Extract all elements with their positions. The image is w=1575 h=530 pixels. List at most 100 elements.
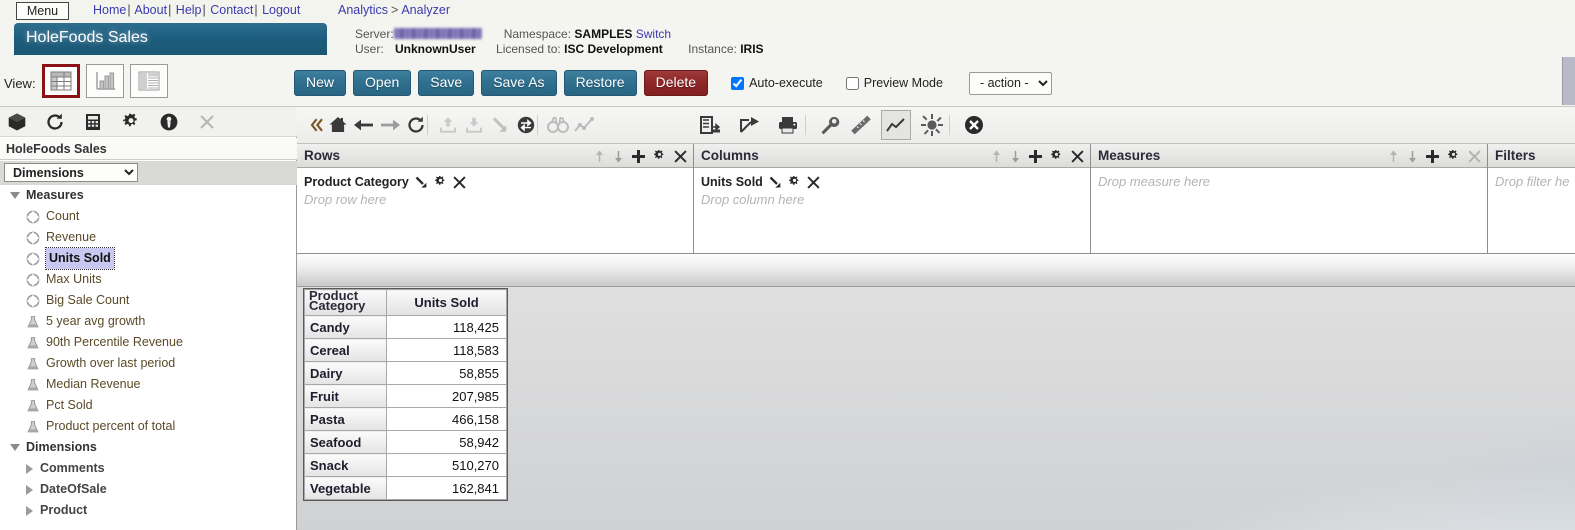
calculator-icon[interactable] <box>80 109 106 135</box>
close-icon[interactable] <box>1071 149 1084 163</box>
tree-item-90th-percentile-revenue[interactable]: 90th Percentile Revenue <box>0 332 296 353</box>
cube-icon[interactable] <box>4 109 30 135</box>
tree-item-pct-sold[interactable]: Pct Sold <box>0 395 296 416</box>
columns-panel-body[interactable]: Units Sold Drop column here <box>694 168 1090 207</box>
delete-button[interactable]: Delete <box>643 70 709 96</box>
tree-item-5-year-avg-growth[interactable]: 5 year avg growth <box>0 311 296 332</box>
chart-view-icon[interactable] <box>86 64 124 98</box>
info-icon[interactable] <box>156 109 182 135</box>
chevron-right-icon[interactable] <box>26 505 33 516</box>
tree-item-median-revenue[interactable]: Median Revenue <box>0 374 296 395</box>
gear-icon[interactable] <box>1050 149 1063 163</box>
table-row[interactable]: Cereal 118,583 <box>304 338 507 362</box>
row-label-dairy[interactable]: Dairy <box>304 361 387 385</box>
row-label-snack[interactable]: Snack <box>304 453 387 477</box>
move-up-icon[interactable] <box>1388 150 1399 163</box>
page-vertical-scrollbar[interactable] <box>1562 57 1575 105</box>
pivot-table-view-icon[interactable] <box>42 64 80 98</box>
print-icon[interactable] <box>773 110 803 140</box>
rows-panel-body[interactable]: Product Category Drop row here <box>297 168 693 207</box>
wrench-icon[interactable] <box>815 110 845 140</box>
tree-item-revenue[interactable]: Revenue <box>0 227 296 248</box>
save-button[interactable]: Save <box>418 70 475 96</box>
chevron-down-icon[interactable] <box>10 444 20 451</box>
auto-execute-checkbox[interactable] <box>731 76 745 90</box>
rows-item-product-category[interactable]: Product Category <box>304 174 693 190</box>
row-label-fruit[interactable]: Fruit <box>304 384 387 408</box>
nav-link-home[interactable]: Home <box>93 3 126 17</box>
move-up-icon[interactable] <box>594 150 605 163</box>
nav-link-help[interactable]: Help <box>176 3 202 17</box>
chevron-right-icon[interactable] <box>26 463 33 474</box>
table-row[interactable]: Candy 118,425 <box>304 315 507 339</box>
tree-item-max-units[interactable]: Max Units <box>0 269 296 290</box>
add-icon[interactable] <box>632 149 645 163</box>
chart-toggle-icon[interactable] <box>881 110 911 140</box>
gear-icon[interactable] <box>653 149 666 163</box>
gear-icon[interactable] <box>788 175 801 189</box>
tree-item-product[interactable]: Product <box>0 500 296 521</box>
tree-item-product-percent-of-total[interactable]: Product percent of total <box>0 416 296 437</box>
gear-icon[interactable] <box>118 109 144 135</box>
row-label-pasta[interactable]: Pasta <box>304 407 387 431</box>
preview-mode-checkbox[interactable] <box>845 76 859 90</box>
table-row[interactable]: Snack 510,270 <box>304 453 507 477</box>
row-label-vegetable[interactable]: Vegetable <box>304 476 387 500</box>
pivot-analysis-icon[interactable] <box>695 110 725 140</box>
row-label-seafood[interactable]: Seafood <box>304 430 387 454</box>
table-row[interactable]: Fruit 207,985 <box>304 384 507 408</box>
row-label-cereal[interactable]: Cereal <box>304 338 387 362</box>
move-down-icon[interactable] <box>613 150 624 163</box>
move-down-icon[interactable] <box>1407 150 1418 163</box>
clear-icon[interactable] <box>959 110 989 140</box>
breadcrumb-analyzer[interactable]: Analyzer <box>401 3 450 17</box>
tree-item-big-sale-count[interactable]: Big Sale Count <box>0 290 296 311</box>
table-row[interactable]: Vegetable 162,841 <box>304 476 507 500</box>
tree-item-units-sold[interactable]: Units Sold <box>0 247 296 270</box>
new-button[interactable]: New <box>294 70 347 96</box>
preview-mode-checkbox-wrap[interactable]: Preview Mode <box>845 76 943 90</box>
nav-link-about[interactable]: About <box>134 3 167 17</box>
table-row[interactable]: Seafood 58,942 <box>304 430 507 454</box>
remove-icon[interactable] <box>807 175 820 189</box>
drill-icon[interactable] <box>415 176 428 189</box>
auto-execute-checkbox-wrap[interactable]: Auto-execute <box>731 76 823 90</box>
nav-link-logout[interactable]: Logout <box>262 3 300 17</box>
share-icon[interactable] <box>735 110 765 140</box>
move-up-icon[interactable] <box>991 150 1002 163</box>
gear-icon[interactable] <box>1447 149 1460 163</box>
ruler-icon[interactable] <box>847 110 877 140</box>
drill-icon[interactable] <box>769 176 782 189</box>
dimension-selector[interactable]: Dimensions <box>4 163 138 182</box>
action-dropdown[interactable]: - action - <box>968 71 1052 95</box>
measures-panel-body[interactable]: Drop measure here <box>1091 168 1487 189</box>
switch-namespace-link[interactable]: Switch <box>636 27 671 41</box>
remove-icon[interactable] <box>453 175 466 189</box>
tree-item-growth-over-last-period[interactable]: Growth over last period <box>0 353 296 374</box>
row-label-candy[interactable]: Candy <box>304 315 387 339</box>
restore-button[interactable]: Restore <box>563 70 637 96</box>
filters-panel-body[interactable]: Drop filter he <box>1488 168 1575 189</box>
breadcrumb-analytics[interactable]: Analytics <box>338 3 388 17</box>
menu-button[interactable]: Menu <box>16 2 69 20</box>
close-icon[interactable] <box>1468 149 1481 163</box>
add-icon[interactable] <box>1426 149 1439 163</box>
chevron-down-icon[interactable] <box>10 192 20 199</box>
columns-item-units-sold[interactable]: Units Sold <box>701 174 1090 190</box>
tree-item-count[interactable]: Count <box>0 206 296 227</box>
close-icon[interactable] <box>674 149 687 163</box>
move-down-icon[interactable] <box>1010 150 1021 163</box>
chevron-right-icon[interactable] <box>26 484 33 495</box>
tree-item-comments[interactable]: Comments <box>0 458 296 479</box>
tree-group-dimensions[interactable]: Dimensions <box>0 437 296 458</box>
sunburst-icon[interactable] <box>917 110 947 140</box>
table-row[interactable]: Pasta 466,158 <box>304 407 507 431</box>
panel-splitter[interactable] <box>297 254 1575 287</box>
line-chart-icon[interactable] <box>569 110 599 140</box>
open-button[interactable]: Open <box>353 70 412 96</box>
table-row[interactable]: Dairy 58,855 <box>304 361 507 385</box>
refresh-icon[interactable] <box>42 109 68 135</box>
add-icon[interactable] <box>1029 149 1042 163</box>
tree-item-dateofsale[interactable]: DateOfSale <box>0 479 296 500</box>
nav-link-contact[interactable]: Contact <box>210 3 253 17</box>
